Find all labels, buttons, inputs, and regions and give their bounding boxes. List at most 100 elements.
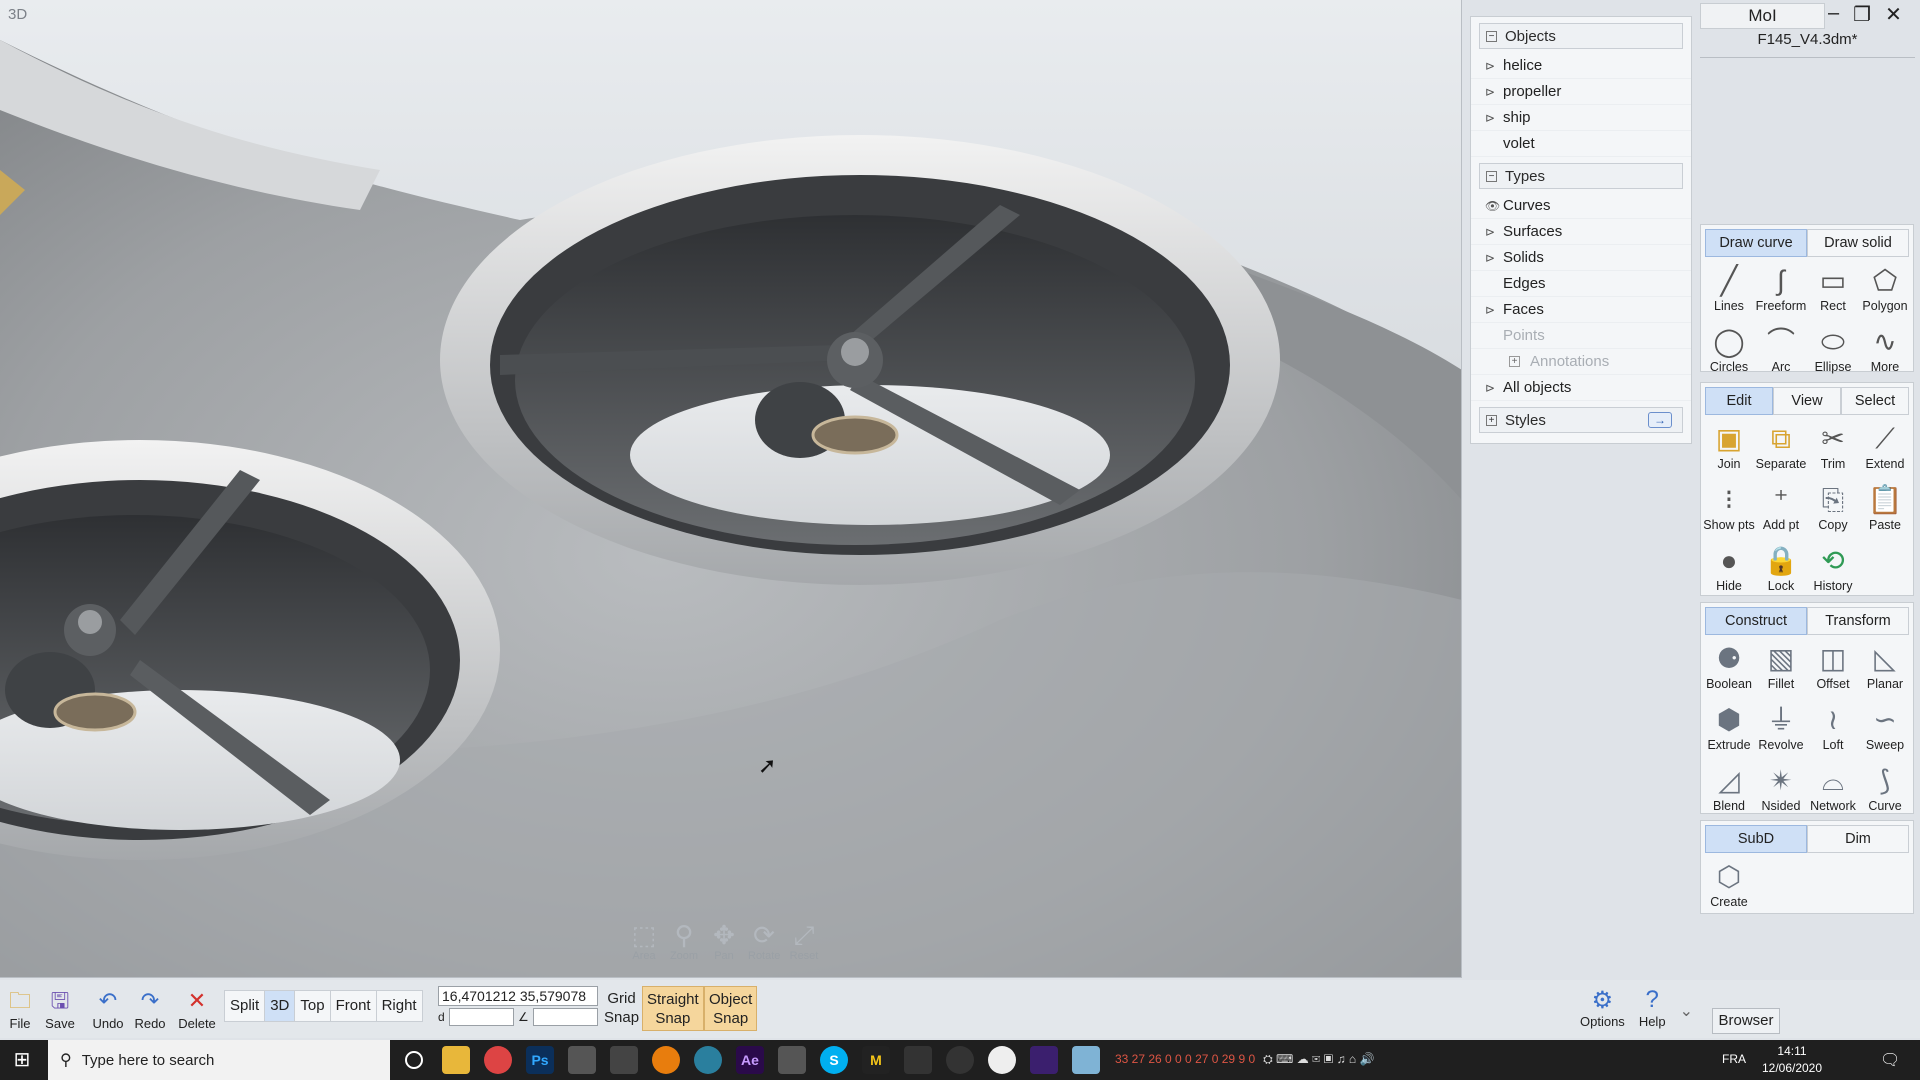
- type-row-solids[interactable]: ⊳ Solids: [1471, 245, 1691, 271]
- file-button[interactable]: 🗀 File: [0, 986, 40, 1031]
- visual-studio-icon[interactable]: [1030, 1046, 1058, 1074]
- type-row-surfaces[interactable]: ⊳ Surfaces: [1471, 219, 1691, 245]
- show-pts-tool[interactable]: ⁝ Show pts: [1703, 480, 1755, 541]
- close-icon[interactable]: ✕: [1885, 2, 1902, 27]
- app-icon[interactable]: [694, 1046, 722, 1074]
- tab-dim[interactable]: Dim: [1807, 825, 1909, 853]
- app-icon[interactable]: [610, 1046, 638, 1074]
- app-m-icon[interactable]: M: [862, 1046, 890, 1074]
- subd-create-tool[interactable]: ⬡ Create: [1703, 857, 1755, 918]
- grid-snap-toggle[interactable]: Grid Snap: [600, 986, 643, 1031]
- eye-hidden-icon[interactable]: ⊳: [1485, 225, 1503, 239]
- history-tool[interactable]: ⟲ History: [1807, 541, 1859, 602]
- paste-tool[interactable]: 📋 Paste: [1859, 480, 1911, 541]
- objects-section-header[interactable]: − Objects: [1479, 23, 1683, 49]
- offset-tool[interactable]: ◫ Offset: [1807, 639, 1859, 700]
- view-split-tab[interactable]: Split: [224, 990, 266, 1022]
- tab-draw-curve[interactable]: Draw curve: [1705, 229, 1807, 257]
- polygon-tool[interactable]: ⬠ Polygon: [1859, 261, 1911, 322]
- moi-icon[interactable]: [778, 1046, 806, 1074]
- view-3d-tab[interactable]: 3D: [264, 990, 296, 1022]
- tab-transform[interactable]: Transform: [1807, 607, 1909, 635]
- reset-button[interactable]: ⤢ Reset: [788, 920, 820, 962]
- fillet-tool[interactable]: ▧ Fillet: [1755, 639, 1807, 700]
- options-button[interactable]: ⚙ Options: [1580, 986, 1625, 1029]
- extend-tool[interactable]: ⟋ Extend: [1859, 419, 1911, 480]
- rotate-button[interactable]: ⟳ Rotate: [748, 920, 780, 962]
- sweep-tool[interactable]: ∽ Sweep: [1859, 700, 1911, 761]
- eye-hidden-icon[interactable]: ⊳: [1485, 59, 1503, 73]
- app-icon[interactable]: [988, 1046, 1016, 1074]
- blender-icon[interactable]: [652, 1046, 680, 1074]
- tab-edit[interactable]: Edit: [1705, 387, 1773, 415]
- type-row-faces[interactable]: ⊳ Faces: [1471, 297, 1691, 323]
- eye-hidden-icon[interactable]: ⊳: [1485, 381, 1503, 395]
- eye-hidden-icon[interactable]: ⊳: [1485, 251, 1503, 265]
- planar-tool[interactable]: ◺ Planar: [1859, 639, 1911, 700]
- taskbar-clock[interactable]: 14:11 12/06/2020: [1756, 1043, 1828, 1077]
- styles-arrow-icon[interactable]: →: [1648, 412, 1672, 428]
- add-pt-tool[interactable]: ⁺ Add pt: [1755, 480, 1807, 541]
- redo-button[interactable]: ↷ Redo: [130, 986, 170, 1031]
- object-row-helice[interactable]: ⊳ helice: [1471, 53, 1691, 79]
- more-tool[interactable]: ∿ More: [1859, 322, 1911, 383]
- pan-button[interactable]: ✥ Pan: [708, 920, 740, 962]
- tab-subd[interactable]: SubD: [1705, 825, 1807, 853]
- types-section-header[interactable]: − Types: [1479, 163, 1683, 189]
- join-tool[interactable]: ▣ Join: [1703, 419, 1755, 480]
- file-explorer-icon[interactable]: [442, 1046, 470, 1074]
- hide-tool[interactable]: ● Hide: [1703, 541, 1755, 602]
- tray-icons[interactable]: ⛭ ⌨ ☁ ✉ ▣ ♫ ⌂ 🔊: [1263, 1052, 1374, 1067]
- delete-button[interactable]: ✕ Delete: [177, 986, 217, 1031]
- object-row-volet[interactable]: volet: [1471, 131, 1691, 157]
- obs-icon[interactable]: [946, 1046, 974, 1074]
- chrome-icon[interactable]: [484, 1046, 512, 1074]
- type-row-annotations[interactable]: + Annotations: [1471, 349, 1691, 375]
- angle-field[interactable]: [532, 1008, 598, 1026]
- copy-tool[interactable]: ⎘ Copy: [1807, 480, 1859, 541]
- coordinate-input[interactable]: 16,4701212 35,579078 d ∠: [438, 986, 598, 1026]
- circles-tool[interactable]: ◯ Circles: [1703, 322, 1755, 383]
- photoshop-icon[interactable]: Ps: [526, 1046, 554, 1074]
- expand-icon[interactable]: +: [1509, 356, 1520, 367]
- tab-draw-solid[interactable]: Draw solid: [1807, 229, 1909, 257]
- arc-tool[interactable]: ⌒ Arc: [1755, 322, 1807, 383]
- maximize-icon[interactable]: ❐: [1853, 2, 1871, 27]
- minimize-icon[interactable]: –: [1828, 2, 1839, 27]
- nsided-tool[interactable]: ✴ Nsided: [1755, 761, 1807, 822]
- lines-tool[interactable]: ╱ Lines: [1703, 261, 1755, 322]
- view-front-tab[interactable]: Front: [329, 990, 377, 1022]
- collapse-button[interactable]: ⌄: [1680, 1001, 1693, 1029]
- type-row-edges[interactable]: Edges: [1471, 271, 1691, 297]
- distance-field[interactable]: [448, 1008, 514, 1026]
- object-row-propeller[interactable]: ⊳ propeller: [1471, 79, 1691, 105]
- object-row-ship[interactable]: ⊳ ship: [1471, 105, 1691, 131]
- notification-icon[interactable]: 🗨: [1880, 1050, 1900, 1070]
- eye-hidden-icon[interactable]: ⊳: [1485, 303, 1503, 317]
- network-tool[interactable]: ⌓ Network: [1807, 761, 1859, 822]
- skype-icon[interactable]: S: [820, 1046, 848, 1074]
- app-icon[interactable]: [568, 1046, 596, 1074]
- coordinate-field[interactable]: 16,4701212 35,579078: [438, 986, 598, 1006]
- ellipse-tool[interactable]: ⬭ Ellipse: [1807, 322, 1859, 383]
- viewport-3d[interactable]: 3D ⬚ Area ⚲ Zoom ✥ Pan ⟳ Rotate ⤢ Reset ➚: [0, 0, 1462, 978]
- view-top-tab[interactable]: Top: [294, 990, 331, 1022]
- windows-start-icon[interactable]: ⊞: [10, 1048, 34, 1072]
- eye-hidden-icon[interactable]: ⊳: [1485, 85, 1503, 99]
- loft-tool[interactable]: ≀ Loft: [1807, 700, 1859, 761]
- trim-tool[interactable]: ✂ Trim: [1807, 419, 1859, 480]
- after-effects-icon[interactable]: Ae: [736, 1046, 764, 1074]
- zoom-button[interactable]: ⚲ Zoom: [668, 920, 700, 962]
- all-objects-row[interactable]: ⊳ All objects: [1471, 375, 1691, 401]
- revolve-tool[interactable]: ⏚ Revolve: [1755, 700, 1807, 761]
- save-button[interactable]: 🖫 Save: [40, 986, 80, 1031]
- tab-select[interactable]: Select: [1841, 387, 1909, 415]
- eye-visible-icon[interactable]: 👁: [1485, 199, 1503, 213]
- rect-tool[interactable]: ▭ Rect: [1807, 261, 1859, 322]
- eye-hidden-icon[interactable]: ⊳: [1485, 111, 1503, 125]
- boolean-tool[interactable]: ⚈ Boolean: [1703, 639, 1755, 700]
- app-icon[interactable]: [904, 1046, 932, 1074]
- straight-snap-toggle[interactable]: Straight Snap: [642, 986, 704, 1031]
- view-right-tab[interactable]: Right: [375, 990, 423, 1022]
- language-indicator[interactable]: FRA: [1722, 1052, 1746, 1066]
